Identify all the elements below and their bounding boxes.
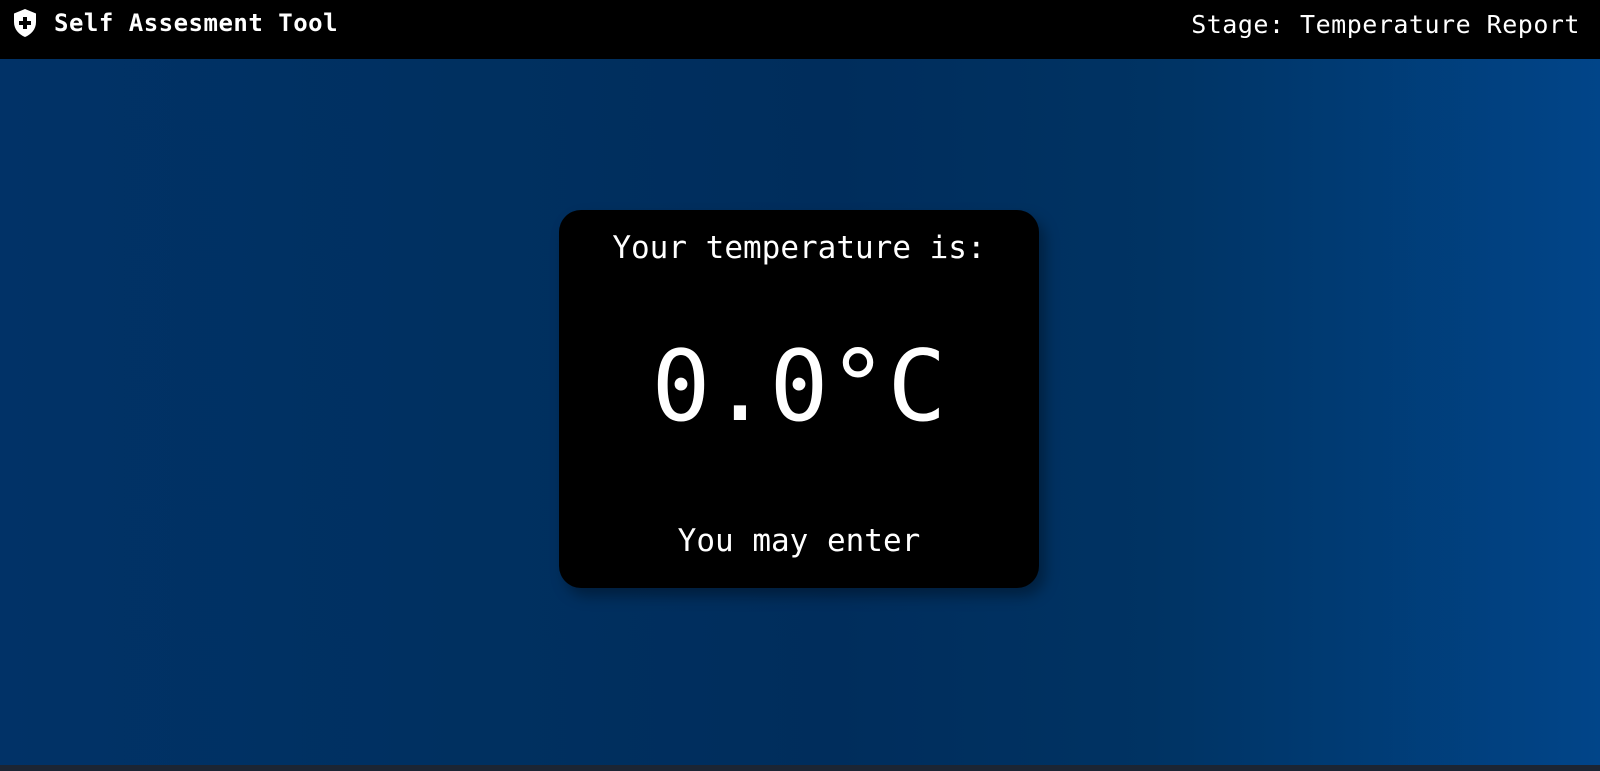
main-area: Your temperature is: 0.0°C You may enter <box>0 59 1600 765</box>
bottom-border <box>0 765 1600 771</box>
header-bar: Self Assesment Tool Stage: Temperature R… <box>0 0 1600 59</box>
brand: Self Assesment Tool <box>12 8 338 38</box>
app-title: Self Assesment Tool <box>54 9 339 37</box>
temperature-value: 0.0°C <box>651 330 947 444</box>
entry-status: You may enter <box>677 523 921 559</box>
temperature-card: Your temperature is: 0.0°C You may enter <box>559 210 1039 588</box>
shield-plus-icon <box>12 8 38 38</box>
stage-label: Stage: Temperature Report <box>1191 10 1580 39</box>
temperature-heading: Your temperature is: <box>612 230 986 266</box>
